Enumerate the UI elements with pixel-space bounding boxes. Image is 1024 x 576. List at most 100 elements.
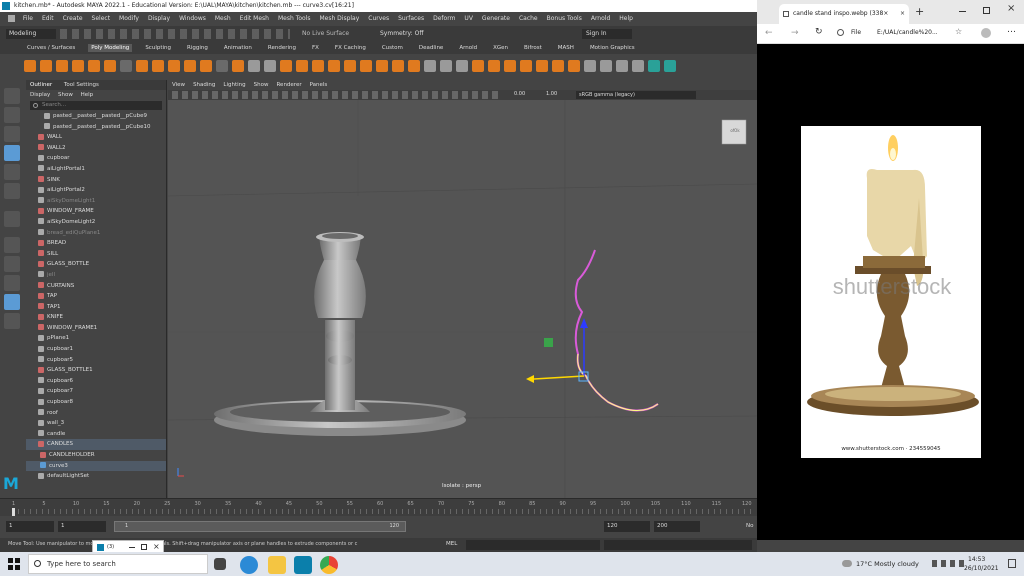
menu-item-display[interactable]: Display bbox=[148, 15, 170, 22]
shelf-tab[interactable]: XGen bbox=[490, 44, 511, 52]
menu-item-curves[interactable]: Curves bbox=[368, 15, 389, 22]
browser-tab[interactable]: candle stand inspo.webp (338× × bbox=[779, 4, 909, 24]
shelf-tool-icon[interactable] bbox=[440, 60, 452, 72]
menu-item-mesh-tools[interactable]: Mesh Tools bbox=[278, 15, 310, 22]
profile-avatar[interactable] bbox=[981, 28, 991, 38]
layout-two-icon[interactable] bbox=[4, 275, 20, 291]
shelf-tab[interactable]: Rigging bbox=[184, 44, 211, 52]
outliner-item[interactable]: pasted__pasted__pasted__pCube9 bbox=[26, 111, 166, 122]
menu-item-create[interactable]: Create bbox=[63, 15, 83, 22]
viewport-menu-show[interactable]: Show bbox=[254, 82, 269, 88]
notification-icon[interactable] bbox=[1008, 559, 1016, 568]
outliner-item[interactable]: pasted__pasted__pasted__pCube10 bbox=[26, 122, 166, 133]
task-view-icon[interactable] bbox=[214, 558, 226, 570]
tab-outliner[interactable]: Outliner bbox=[30, 82, 52, 88]
outliner-item[interactable]: SINK bbox=[26, 175, 166, 186]
outliner-item[interactable]: aiSkyDomeLight2 bbox=[26, 217, 166, 228]
shelf-tool-icon[interactable] bbox=[200, 60, 212, 72]
outliner-item[interactable]: cupboar7 bbox=[26, 386, 166, 397]
shelf-tool-icon[interactable] bbox=[40, 60, 52, 72]
outliner-item[interactable]: KNIFE bbox=[26, 312, 166, 323]
exposure-field[interactable]: 0.00 bbox=[514, 91, 525, 97]
outliner-item[interactable]: WALL bbox=[26, 132, 166, 143]
viewport-menu-shading[interactable]: Shading bbox=[193, 82, 215, 88]
menu-item-surfaces[interactable]: Surfaces bbox=[398, 15, 424, 22]
shelf-tool-icon[interactable] bbox=[584, 60, 596, 72]
menu-item-windows[interactable]: Windows bbox=[179, 15, 206, 22]
menu-item-mesh[interactable]: Mesh bbox=[215, 15, 231, 22]
clock-time[interactable]: 14:53 bbox=[968, 556, 985, 563]
menu-item-generate[interactable]: Generate bbox=[482, 15, 510, 22]
clock-date[interactable]: 26/10/2021 bbox=[964, 565, 999, 572]
shelf-tab[interactable]: Arnold bbox=[456, 44, 480, 52]
live-surface-field[interactable]: No Live Surface bbox=[302, 29, 362, 39]
outliner-item[interactable]: defaultLightSet bbox=[26, 471, 166, 482]
outliner-item[interactable]: aiLightPortal1 bbox=[26, 164, 166, 175]
viewport-menu-renderer[interactable]: Renderer bbox=[276, 82, 301, 88]
refresh-icon[interactable]: ↻ bbox=[815, 27, 823, 37]
outliner-item[interactable]: CURTAINS bbox=[26, 281, 166, 292]
menu-item-bonus-tools[interactable]: Bonus Tools bbox=[547, 15, 582, 22]
shelf-tool-icon[interactable] bbox=[152, 60, 164, 72]
layout-four-icon[interactable] bbox=[4, 256, 20, 272]
new-tab-icon[interactable]: + bbox=[915, 5, 924, 18]
menu-item-edit-mesh[interactable]: Edit Mesh bbox=[240, 15, 269, 22]
outliner-item[interactable]: BREAD bbox=[26, 238, 166, 249]
shelf-tab[interactable]: Curves / Surfaces bbox=[24, 44, 78, 52]
sign-in-button[interactable]: Sign In bbox=[582, 29, 632, 39]
outliner-item[interactable]: cupboar5 bbox=[26, 355, 166, 366]
command-input[interactable] bbox=[466, 540, 600, 550]
shelf-tool-icon[interactable] bbox=[312, 60, 324, 72]
favorites-icon[interactable]: ☆ bbox=[955, 27, 962, 36]
outliner-item[interactable]: wall_3 bbox=[26, 418, 166, 429]
viewport-menu-panels[interactable]: Panels bbox=[310, 82, 328, 88]
edge-icon[interactable] bbox=[240, 556, 258, 574]
outliner-item[interactable]: jell bbox=[26, 270, 166, 281]
outliner-menu-help[interactable]: Help bbox=[81, 92, 94, 98]
shelf-tool-icon[interactable] bbox=[552, 60, 564, 72]
shelf-tool-icon[interactable] bbox=[72, 60, 84, 72]
shelf-tool-icon[interactable] bbox=[376, 60, 388, 72]
shelf-tool-icon[interactable] bbox=[232, 60, 244, 72]
shelf-tool-icon[interactable] bbox=[264, 60, 276, 72]
shelf-tool-icon[interactable] bbox=[360, 60, 372, 72]
popup-minimize-icon[interactable] bbox=[129, 547, 135, 548]
menu-item-file[interactable]: File bbox=[23, 15, 33, 22]
outliner-item[interactable]: WALL2 bbox=[26, 143, 166, 154]
shelf-tab[interactable]: Motion Graphics bbox=[587, 44, 638, 52]
window-maximize-icon[interactable] bbox=[983, 7, 990, 14]
shelf-tool-icon[interactable] bbox=[24, 60, 36, 72]
menu-item-deform[interactable]: Deform bbox=[433, 15, 455, 22]
viewport-menu-view[interactable]: View bbox=[172, 82, 185, 88]
viewport-scene[interactable] bbox=[168, 100, 757, 498]
outliner-item[interactable]: cupboar1 bbox=[26, 344, 166, 355]
anim-end-field[interactable]: 200 bbox=[654, 521, 700, 532]
menu-item-arnold[interactable]: Arnold bbox=[591, 15, 610, 22]
shelf-tool-icon[interactable] bbox=[216, 60, 228, 72]
end-frame-field[interactable]: 120 bbox=[604, 521, 650, 532]
menu-item-cache[interactable]: Cache bbox=[519, 15, 538, 22]
menu-item-mesh-display[interactable]: Mesh Display bbox=[319, 15, 359, 22]
shelf-tab[interactable]: Animation bbox=[221, 44, 255, 52]
menu-item-edit[interactable]: Edit bbox=[42, 15, 54, 22]
shelf-tool-icon[interactable] bbox=[280, 60, 292, 72]
shelf-tool-icon[interactable] bbox=[88, 60, 100, 72]
search-layout-icon[interactable] bbox=[4, 313, 20, 329]
measure-icon[interactable] bbox=[4, 211, 20, 227]
shelf-tab[interactable]: Custom bbox=[379, 44, 406, 52]
shelf-tab[interactable]: MASH bbox=[555, 44, 577, 52]
shelf-tab[interactable]: Deadline bbox=[416, 44, 446, 52]
shelf-tab[interactable]: Poly Modeling bbox=[88, 44, 133, 52]
chrome-icon[interactable] bbox=[320, 556, 338, 574]
shelf-tab[interactable]: FX bbox=[309, 44, 322, 52]
file-explorer-icon[interactable] bbox=[268, 556, 286, 574]
no-character-set-label[interactable]: No bbox=[746, 523, 753, 529]
paint-select-icon[interactable] bbox=[4, 126, 20, 142]
menu-item-select[interactable]: Select bbox=[92, 15, 111, 22]
outliner-item[interactable]: GLASS_BOTTLE1 bbox=[26, 365, 166, 376]
scale-tool-icon[interactable] bbox=[4, 183, 20, 199]
shelf-tool-icon[interactable] bbox=[120, 60, 132, 72]
outliner-item[interactable]: cupboar6 bbox=[26, 376, 166, 387]
menu-item-uv[interactable]: UV bbox=[464, 15, 473, 22]
shelf-tool-icon[interactable] bbox=[248, 60, 260, 72]
